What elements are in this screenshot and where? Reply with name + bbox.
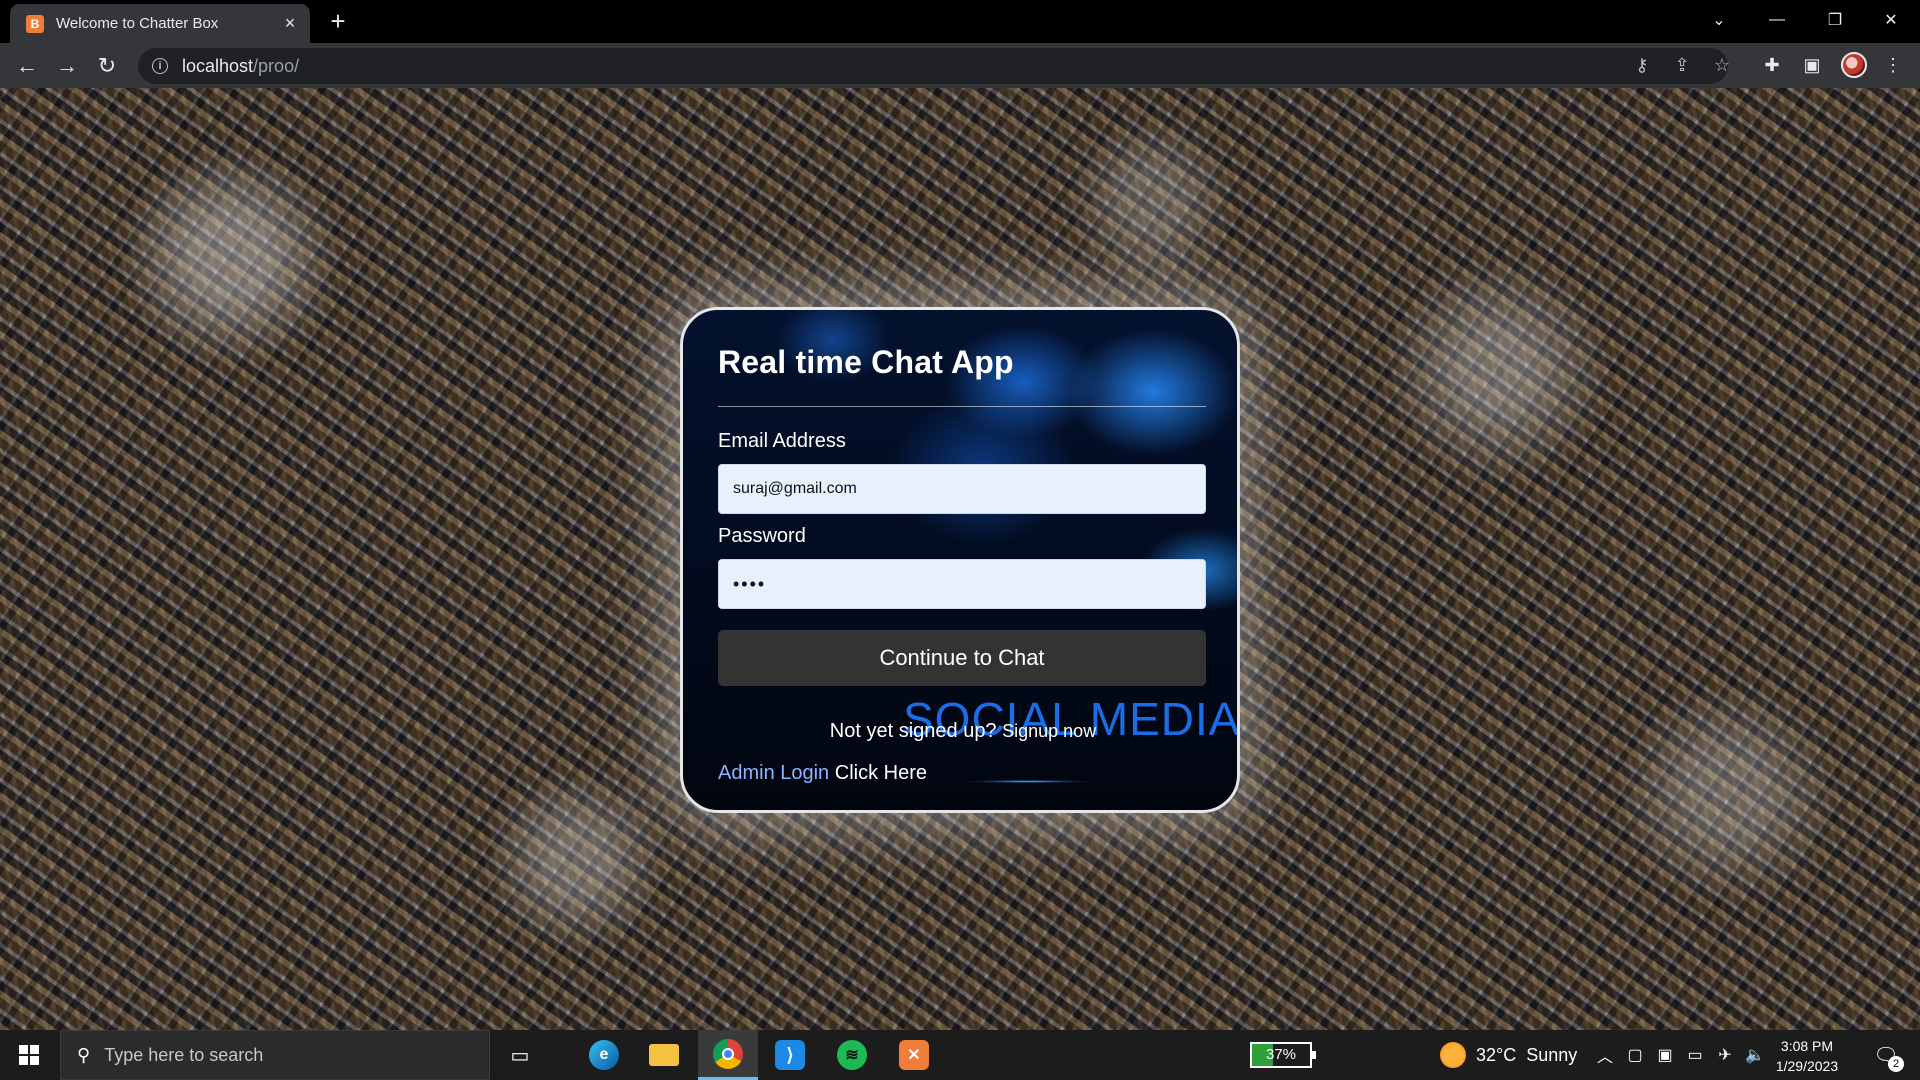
battery-percent: 37% [1265, 1046, 1297, 1063]
task-view-icon[interactable]: ▭ [490, 1030, 550, 1080]
clock-date: 1/29/2023 [1775, 1058, 1839, 1074]
weather-widget[interactable]: 32°C Sunny [1440, 1030, 1577, 1080]
chrome-icon[interactable] [698, 1030, 758, 1080]
continue-to-chat-button[interactable]: Continue to Chat [718, 630, 1206, 686]
login-card: Real time Chat App Email Address suraj@g… [680, 307, 1240, 813]
notification-icon[interactable]: 🗨 2 [1866, 1030, 1906, 1080]
windows-taskbar: ⚲ Type here to search ▭ e ⟩ ≋ ✕ 37% 32°C… [0, 1030, 1920, 1080]
vscode-icon[interactable]: ⟩ [760, 1030, 820, 1080]
browser-tab[interactable]: B Welcome to Chatter Box × [10, 4, 310, 43]
tab-search-chevron-icon[interactable]: ⌄ [1690, 0, 1748, 40]
signup-link[interactable]: Signup now [1002, 721, 1096, 741]
weather-desc: Sunny [1526, 1044, 1578, 1065]
back-icon[interactable]: ← [12, 51, 42, 81]
chevron-up-icon[interactable]: ︿ [1592, 1030, 1618, 1080]
tab-title: Welcome to Chatter Box [56, 15, 219, 32]
edge-icon[interactable]: e [574, 1030, 634, 1080]
password-label: Password [718, 525, 806, 547]
site-info-icon[interactable]: i [152, 58, 168, 74]
xampp-icon[interactable]: ✕ [884, 1030, 944, 1080]
minimize-icon[interactable]: — [1748, 0, 1806, 40]
signup-prompt-text: Not yet signed up? [829, 720, 997, 742]
signup-prompt: Not yet signed up? Signup now [683, 720, 1237, 743]
page-background: Real time Chat App Email Address suraj@g… [0, 88, 1920, 1030]
file-explorer-icon[interactable] [634, 1030, 694, 1080]
email-field[interactable]: suraj@gmail.com [718, 464, 1206, 514]
windows-start-icon[interactable] [0, 1030, 58, 1080]
clock-time: 3:08 PM [1780, 1038, 1834, 1054]
clock[interactable]: 3:08 PM 1/29/2023 [1770, 1036, 1844, 1076]
restore-icon[interactable]: ❐ [1806, 0, 1864, 40]
weather-temp: 32°C [1476, 1044, 1517, 1065]
battery-indicator: 37% [1250, 1042, 1316, 1068]
admin-login-link[interactable]: Admin Login [718, 762, 829, 784]
extensions-icon[interactable]: ✚ [1761, 55, 1783, 76]
xampp-favicon-icon: B [26, 14, 44, 33]
browser-toolbar: ← → ↻ i localhost/proo/ ⚷ ⇪ ☆ ✚ ▣ ⋮ [0, 43, 1920, 88]
search-placeholder: Type here to search [104, 1044, 264, 1065]
forward-icon[interactable]: → [52, 51, 82, 81]
url-host: localhost [182, 55, 254, 76]
share-icon[interactable]: ⇪ [1671, 55, 1693, 76]
url-path: /proo/ [253, 55, 300, 76]
notification-badge: 2 [1888, 1056, 1904, 1072]
new-tab-icon[interactable]: + [324, 8, 352, 34]
close-window-icon[interactable]: ✕ [1862, 0, 1920, 40]
volume-icon[interactable]: 🔈 [1742, 1030, 1768, 1080]
side-panel-icon[interactable]: ▣ [1801, 55, 1823, 76]
reload-icon[interactable]: ↻ [92, 51, 122, 81]
star-icon[interactable]: ☆ [1711, 55, 1733, 76]
profile-avatar[interactable] [1841, 52, 1867, 78]
email-label: Email Address [718, 430, 846, 452]
display-icon[interactable]: ▣ [1652, 1030, 1678, 1080]
address-bar[interactable]: i localhost/proo/ [138, 48, 1728, 84]
admin-login-row: Admin Login Click Here [718, 762, 927, 785]
wifi-icon[interactable]: ✈ [1712, 1030, 1738, 1080]
battery-tray-icon[interactable]: ▭ [1682, 1030, 1708, 1080]
page-title: Real time Chat App [718, 344, 1014, 380]
decorative-glow-line [968, 780, 1088, 783]
menu-icon[interactable]: ⋮ [1882, 55, 1904, 76]
spotify-icon[interactable]: ≋ [822, 1030, 882, 1080]
battery-nub [1312, 1051, 1316, 1059]
title-divider [718, 406, 1206, 407]
search-icon: ⚲ [77, 1044, 91, 1065]
meet-now-icon[interactable]: ▢ [1622, 1030, 1648, 1080]
browser-tab-strip: B Welcome to Chatter Box × + ⌄ — ❐ ✕ [0, 0, 1920, 43]
sun-icon [1440, 1042, 1466, 1068]
taskbar-search-box[interactable]: ⚲ Type here to search [60, 1030, 490, 1080]
key-icon[interactable]: ⚷ [1631, 55, 1653, 76]
password-field[interactable]: •••• [718, 559, 1206, 609]
admin-click-here-link[interactable]: Click Here [835, 762, 927, 784]
tab-close-icon[interactable]: × [280, 13, 300, 34]
